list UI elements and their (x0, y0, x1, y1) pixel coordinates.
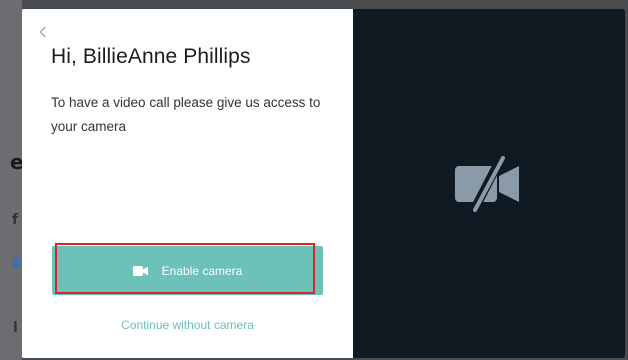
chevron-left-icon (39, 26, 46, 38)
dialog-content-panel: Hi, BillieAnne Phillips To have a video … (22, 9, 353, 358)
enable-camera-button[interactable]: Enable camera (52, 246, 323, 295)
camera-access-message: To have a video call please give us acce… (51, 95, 321, 134)
background-mark (13, 258, 19, 268)
background-text-fragment: l (13, 320, 18, 336)
video-camera-icon (132, 265, 148, 276)
background-text-fragment: f (12, 212, 19, 228)
camera-off-icon (453, 152, 523, 216)
greeting-title: Hi, BillieAnne Phillips (51, 45, 251, 68)
back-button[interactable] (36, 23, 50, 41)
camera-permission-dialog: Hi, BillieAnne Phillips To have a video … (22, 9, 625, 358)
background-page-edge (0, 0, 22, 360)
enable-camera-label: Enable camera (161, 263, 243, 278)
continue-without-camera-link[interactable]: Continue without camera (22, 318, 353, 332)
camera-preview-panel (353, 9, 625, 358)
